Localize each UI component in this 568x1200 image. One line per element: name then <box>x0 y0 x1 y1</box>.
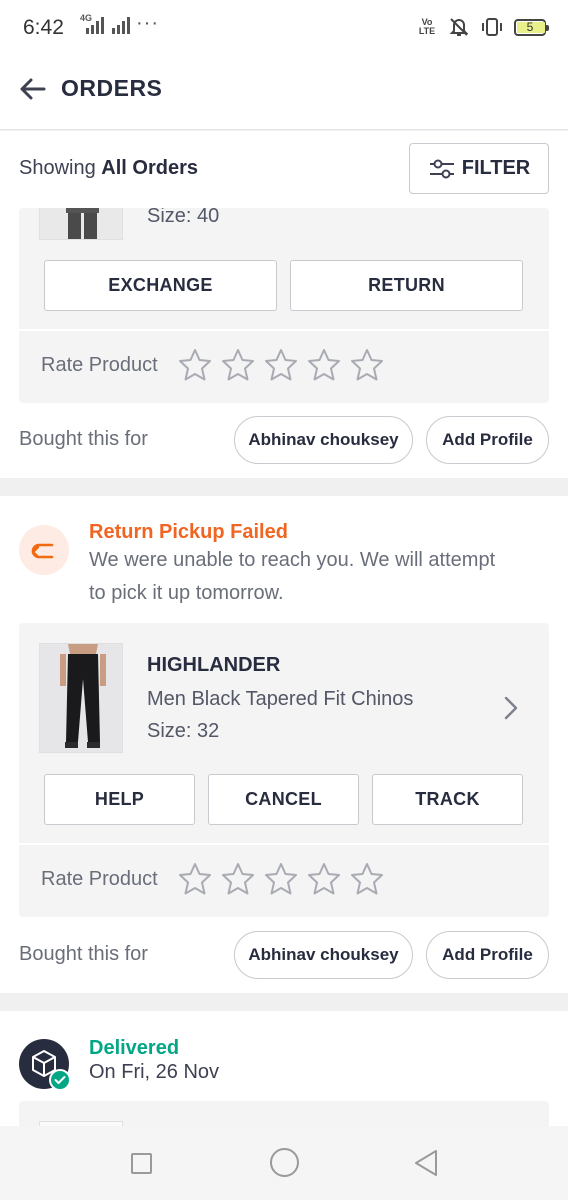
divider <box>19 329 549 331</box>
bought-for-label: Bought this for <box>19 943 148 965</box>
status-message-line2: to pick it up tomorrow. <box>89 582 284 604</box>
status-title: Return Pickup Failed <box>89 521 288 543</box>
profile-chip[interactable]: Abhinav chouksey <box>234 416 413 464</box>
network-type-label: 4G <box>80 13 93 23</box>
rating-stars[interactable] <box>177 347 385 383</box>
track-button[interactable]: TRACK <box>372 774 523 825</box>
status-icon <box>19 1039 71 1091</box>
product-image[interactable] <box>39 643 123 753</box>
check-badge-icon <box>49 1069 71 1091</box>
more-notifications-icon: ··· <box>136 12 159 34</box>
home-button[interactable] <box>270 1148 299 1177</box>
signal-icons: 4G <box>76 13 130 34</box>
showing-value: All Orders <box>101 157 198 179</box>
status-time: 6:42 <box>23 16 64 39</box>
orders-list[interactable]: Size: 40 EXCHANGE RETURN Rate Product Bo… <box>0 208 568 1126</box>
app-header: ORDERS <box>0 58 568 130</box>
star-outline-icon[interactable] <box>306 347 342 383</box>
return-arrow-icon <box>31 543 54 559</box>
star-outline-icon[interactable] <box>220 347 256 383</box>
status-bar: 6:42 4G ··· Vo LTE 5 <box>0 0 568 58</box>
star-outline-icon[interactable] <box>263 861 299 897</box>
delivery-date: On Fri, 26 Nov <box>89 1061 220 1083</box>
star-outline-icon[interactable] <box>177 347 213 383</box>
showing-text: Showing All Orders <box>19 157 198 180</box>
add-profile-chip[interactable]: Add Profile <box>426 416 549 464</box>
status-icon <box>19 525 69 575</box>
order-card: Delivered On Fri, 26 Nov <box>0 1011 568 1126</box>
order-card: Size: 40 EXCHANGE RETURN Rate Product Bo… <box>0 208 568 478</box>
filter-bar: Showing All Orders FILTER <box>0 131 568 208</box>
volte-icon: Vo LTE <box>418 17 436 36</box>
star-outline-icon[interactable] <box>306 861 342 897</box>
star-outline-icon[interactable] <box>263 347 299 383</box>
recents-button[interactable] <box>131 1153 152 1174</box>
star-outline-icon[interactable] <box>349 861 385 897</box>
product-image[interactable] <box>39 208 123 240</box>
add-profile-chip[interactable]: Add Profile <box>426 931 549 979</box>
back-triangle-icon[interactable] <box>412 1148 440 1178</box>
page-title: ORDERS <box>61 75 163 101</box>
signal-icon <box>112 17 130 34</box>
star-outline-icon[interactable] <box>220 861 256 897</box>
vibrate-icon <box>482 18 502 36</box>
rate-product-label: Rate Product <box>41 354 158 376</box>
status-message-line1: We were unable to reach you. We will att… <box>89 549 496 571</box>
product-size: Size: 40 <box>147 208 220 227</box>
showing-prefix: Showing <box>19 157 96 179</box>
return-button[interactable]: RETURN <box>290 260 523 311</box>
help-button[interactable]: HELP <box>44 774 195 825</box>
back-arrow-icon[interactable] <box>16 72 50 106</box>
filter-label: FILTER <box>461 157 531 179</box>
exchange-button[interactable]: EXCHANGE <box>44 260 277 311</box>
bought-for-label: Bought this for <box>19 428 148 450</box>
status-right: Vo LTE 5 <box>416 16 549 38</box>
chevron-right-icon[interactable] <box>501 694 521 722</box>
filter-button[interactable]: FILTER <box>409 143 549 194</box>
cancel-button[interactable]: CANCEL <box>208 774 359 825</box>
profile-chip[interactable]: Abhinav chouksey <box>234 931 413 979</box>
product-brand: HIGHLANDER <box>147 654 281 676</box>
battery-icon: 5 <box>514 18 549 36</box>
product-size: Size: 32 <box>147 720 220 742</box>
filter-sliders-icon <box>429 159 454 178</box>
order-item-panel: Size: 40 EXCHANGE RETURN Rate Product <box>19 208 549 403</box>
order-item-panel[interactable]: HIGHLANDER Men Black Tapered Fit Chinos … <box>19 623 549 917</box>
rating-stars[interactable] <box>177 861 385 897</box>
star-outline-icon[interactable] <box>177 861 213 897</box>
star-outline-icon[interactable] <box>349 347 385 383</box>
product-name: Men Black Tapered Fit Chinos <box>147 688 414 710</box>
battery-level: 5 <box>526 19 534 34</box>
order-card: Return Pickup Failed We were unable to r… <box>0 496 568 993</box>
system-nav-bar <box>0 1126 568 1200</box>
rate-product-label: Rate Product <box>41 868 158 890</box>
divider <box>19 843 549 845</box>
mute-bell-icon <box>449 18 469 36</box>
order-item-panel[interactable] <box>19 1101 549 1126</box>
status-title: Delivered <box>89 1037 180 1059</box>
